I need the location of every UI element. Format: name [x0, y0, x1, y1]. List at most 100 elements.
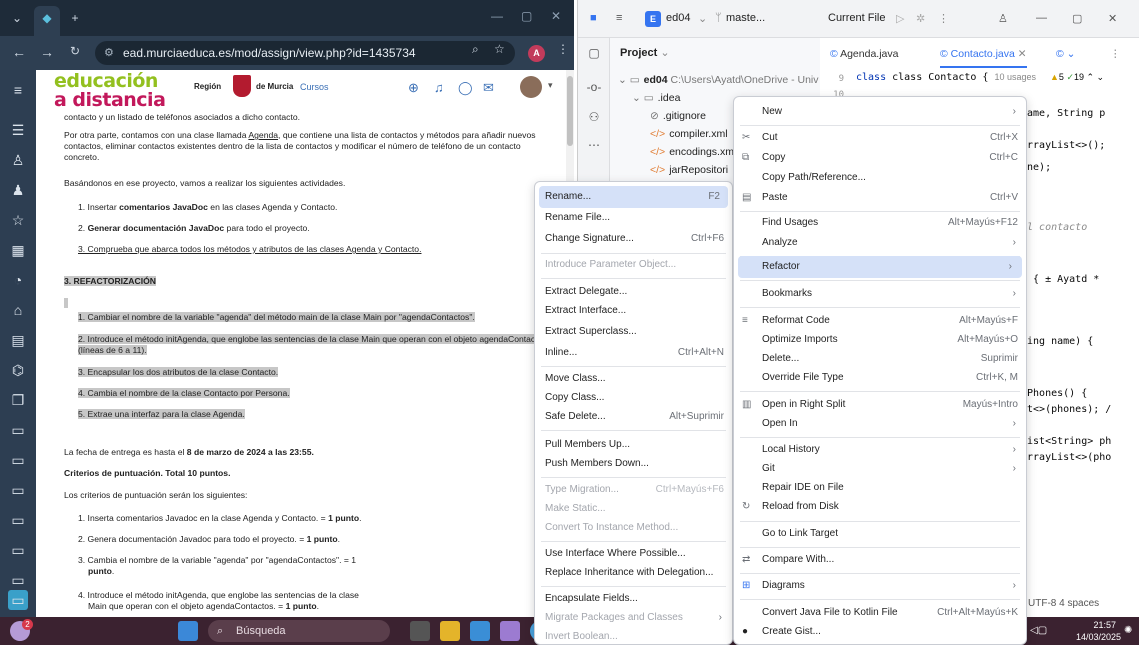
- more-tool-icon[interactable]: ⋯: [586, 138, 602, 154]
- menu-extract-interface[interactable]: Extract Interface...: [535, 300, 732, 322]
- menu-bookmarks[interactable]: Bookmarks ›: [734, 283, 1026, 305]
- volume-icon[interactable]: ◁▢: [1030, 625, 1047, 636]
- menu-invert-boolean[interactable]: Invert Boolean...: [535, 626, 732, 645]
- calculator-icon[interactable]: ▦: [8, 240, 28, 260]
- more-actions-icon[interactable]: ⋮: [938, 12, 949, 25]
- tree-idea-folder[interactable]: ⌄ ▭ .idea: [632, 92, 680, 104]
- ide-maximize-icon[interactable]: ▢: [1072, 12, 1082, 25]
- menu-new[interactable]: New ›: [734, 101, 1026, 123]
- user-icon[interactable]: ♟: [8, 180, 28, 200]
- course-icon-3[interactable]: ▭: [8, 480, 28, 500]
- course-icon-1[interactable]: ▭: [8, 420, 28, 440]
- project-panel-header[interactable]: Project ⌄: [610, 38, 820, 66]
- start-icon[interactable]: [178, 621, 198, 641]
- debug-icon[interactable]: ✲: [916, 12, 925, 25]
- inspection-widget[interactable]: ▲5 ✓19 ⌃ ⌄: [1050, 72, 1104, 83]
- tree-encodings-xml[interactable]: </> encodings.xml: [650, 146, 736, 158]
- bell-icon[interactable]: ♫: [434, 80, 444, 95]
- users-icon[interactable]: ♙: [8, 150, 28, 170]
- ide-close-icon[interactable]: ✕: [1108, 12, 1117, 25]
- browser-menu-icon[interactable]: ⋮: [557, 42, 569, 56]
- tree-root[interactable]: ⌄ ▭ ed04 C:\Users\Ayatd\OneDrive - Univ: [618, 74, 819, 86]
- home-icon[interactable]: ⌂: [8, 300, 28, 320]
- commit-tool-icon[interactable]: -o-: [586, 80, 602, 96]
- branch-name[interactable]: maste...: [726, 12, 765, 24]
- menu-change-signature[interactable]: Change Signature... Ctrl+F6: [535, 228, 732, 250]
- chat-icon[interactable]: ◯: [458, 80, 473, 96]
- run-icon[interactable]: ▷: [896, 12, 904, 25]
- close-window-icon[interactable]: ✕: [551, 9, 561, 23]
- mail-icon[interactable]: ✉: [483, 80, 494, 96]
- menu-find-usages[interactable]: Find Usages Alt+Mayús+F12: [734, 212, 1026, 234]
- course-icon-active[interactable]: ▭: [8, 590, 28, 610]
- notification-center-icon[interactable]: ✺: [1124, 625, 1132, 636]
- file-explorer-icon[interactable]: [440, 621, 460, 641]
- menu-hamburger-icon[interactable]: ≡: [8, 80, 28, 100]
- reload-icon[interactable]: ↻: [66, 44, 84, 58]
- back-icon[interactable]: ←: [10, 44, 28, 60]
- tab-contacto-java[interactable]: © Contacto.java ✕: [940, 48, 1027, 68]
- project-name[interactable]: ed04: [666, 12, 690, 24]
- account-icon[interactable]: ♙: [998, 12, 1008, 25]
- menu-refactor[interactable]: Refactor ›: [738, 256, 1022, 278]
- menu-analyze[interactable]: Analyze ›: [734, 232, 1026, 254]
- menu-copy-path[interactable]: Copy Path/Reference...: [734, 167, 1026, 189]
- course-icon-5[interactable]: ▭: [8, 540, 28, 560]
- clock[interactable]: 21:57 14/03/2025: [1076, 619, 1121, 643]
- maximize-icon[interactable]: ▢: [521, 9, 532, 23]
- ide-logo-icon[interactable]: ■: [590, 12, 597, 24]
- course-icon-2[interactable]: ▭: [8, 450, 28, 470]
- course-icon-4[interactable]: ▭: [8, 510, 28, 530]
- menu-override-file-type[interactable]: Override File Type Ctrl+K, M: [734, 367, 1026, 389]
- minimize-icon[interactable]: —: [491, 9, 503, 23]
- menu-go-to-link-target[interactable]: Go to Link Target: [734, 523, 1026, 545]
- gauge-icon[interactable]: ◔: [8, 270, 28, 290]
- menu-diagrams[interactable]: ⊞ Diagrams ›: [734, 575, 1026, 597]
- menu-rename-file[interactable]: Rename File...: [535, 207, 732, 229]
- project-chevron-icon[interactable]: ⌄: [698, 12, 707, 25]
- tab-search-dropdown-icon[interactable]: ⌄: [6, 7, 28, 29]
- menu-replace-inheritance[interactable]: Replace Inheritance with Delegation...: [535, 562, 732, 584]
- menu-cut[interactable]: ✂ Cut Ctrl+X: [734, 127, 1026, 149]
- files-icon[interactable]: ❐: [8, 390, 28, 410]
- star-icon[interactable]: ☆: [8, 210, 28, 230]
- page-scrollbar-thumb[interactable]: [567, 76, 573, 146]
- tree-compiler-xml[interactable]: </> compiler.xml: [650, 128, 728, 140]
- forward-icon[interactable]: →: [38, 44, 56, 60]
- menu-extract-superclass[interactable]: Extract Superclass...: [535, 321, 732, 343]
- course-icon-6[interactable]: ▭: [8, 570, 28, 590]
- menu-convert-to-instance-method[interactable]: Convert To Instance Method...: [535, 517, 732, 539]
- site-settings-icon[interactable]: ⚙: [104, 41, 114, 65]
- zoom-icon[interactable]: ⌕: [472, 42, 479, 57]
- run-config[interactable]: Current File: [828, 12, 885, 24]
- calendar-icon[interactable]: ▤: [8, 330, 28, 350]
- menu-reload-from-disk[interactable]: ↻ Reload from Disk: [734, 496, 1026, 518]
- edge-icon[interactable]: [470, 621, 490, 641]
- tab-more-icon[interactable]: ⋮: [1110, 48, 1121, 60]
- list-icon[interactable]: ☰: [8, 120, 28, 140]
- menu-paste[interactable]: ▤ Paste Ctrl+V: [734, 187, 1026, 209]
- menu-rename[interactable]: Rename... F2: [539, 186, 728, 208]
- site-logo[interactable]: educación a distancia: [54, 72, 166, 110]
- bookmark-star-icon[interactable]: ☆: [494, 42, 505, 56]
- project-tool-icon[interactable]: ▢: [586, 46, 602, 62]
- taskbar-search-input[interactable]: ⌕ Búsqueda: [208, 620, 390, 642]
- menu-introduce-parameter-object[interactable]: Introduce Parameter Object...: [535, 254, 732, 276]
- task-view-icon[interactable]: [410, 621, 430, 641]
- app-icon[interactable]: [500, 621, 520, 641]
- menu-create-gist[interactable]: ● Create Gist...: [734, 621, 1026, 643]
- tree-gitignore[interactable]: ⊘ .gitignore: [650, 110, 706, 122]
- ide-status-bar[interactable]: UTF-8 4 spaces: [1028, 598, 1099, 609]
- tab-agenda-java[interactable]: © Agenda.java: [830, 48, 898, 60]
- nav-cursos-link[interactable]: Cursos: [300, 82, 329, 92]
- menu-push-members-down[interactable]: Push Members Down...: [535, 453, 732, 475]
- menu-compare-with[interactable]: ⇄ Compare With...: [734, 549, 1026, 571]
- new-tab-icon[interactable]: +: [64, 7, 86, 29]
- structure-tool-icon[interactable]: ⚇: [586, 110, 602, 126]
- url-input[interactable]: ⚙ ead.murciaeduca.es/mod/assign/view.php…: [95, 41, 515, 65]
- user-avatar[interactable]: [520, 76, 542, 98]
- menu-open-in[interactable]: Open In ›: [734, 413, 1026, 435]
- profile-avatar[interactable]: A: [528, 45, 545, 62]
- globe-icon[interactable]: ⊕: [408, 80, 419, 96]
- graduation-icon[interactable]: ⌬: [8, 360, 28, 380]
